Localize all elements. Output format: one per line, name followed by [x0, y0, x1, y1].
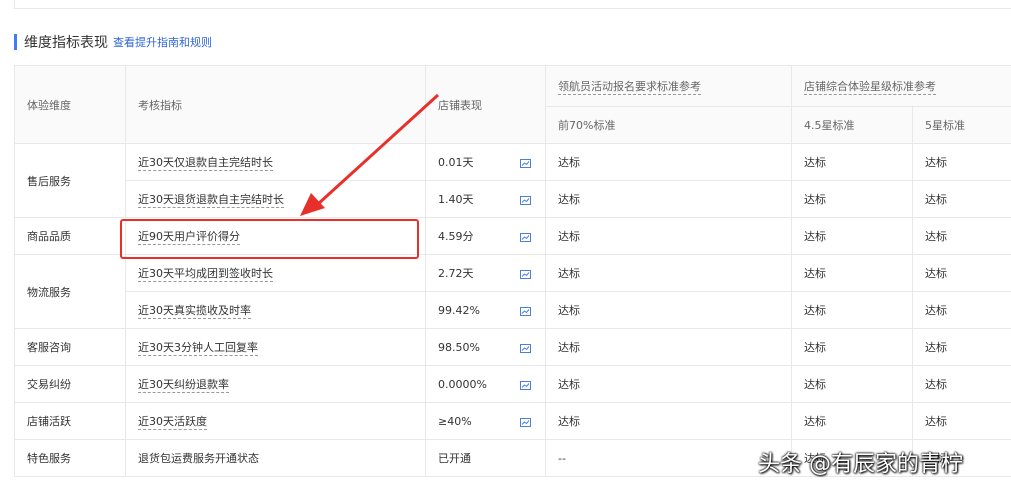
table-row: 店铺活跃 近30天活跃度 ≥40% 达标 达标 达标 [14, 402, 1011, 440]
performance-value: 99.42% [438, 303, 480, 317]
dimension-cell: 客服咨询 [14, 328, 126, 366]
trend-chart-icon[interactable] [520, 417, 531, 427]
performance-value: 已开通 [438, 452, 471, 465]
trend-chart-icon[interactable] [520, 158, 531, 168]
indicator-cell: 退货包运费服务开通状态 [125, 439, 426, 477]
indicator-link[interactable]: 近90天用户评价得分 [138, 230, 240, 245]
dimension-cell: 店铺活跃 [14, 402, 126, 440]
indicator-link[interactable]: 近30天仅退款自主完结时长 [138, 156, 273, 171]
performance-value: ≥40% [438, 414, 472, 428]
performance-cell: 0.0000% [425, 365, 546, 403]
star45-cell: 达标 [791, 291, 913, 329]
table-row: 物流服务 近30天平均成团到签收时长 2.72天 达标 达标 达标 [14, 254, 1011, 329]
improvement-guide-link[interactable]: 查看提升指南和规则 [113, 34, 212, 50]
table-row: 商品品质 近90天用户评价得分 4.59分 达标 达标 达标 [14, 217, 1011, 255]
trend-chart-icon[interactable] [520, 269, 531, 279]
star45-cell: 达标 [791, 254, 913, 292]
performance-cell: 98.50% [425, 328, 546, 366]
table-row: 近30天退货退款自主完结时长 1.40天 达标 达标 达标 [15, 180, 1011, 218]
performance-value: 0.0000% [438, 377, 487, 391]
indicator-link[interactable]: 近30天平均成团到签收时长 [138, 267, 273, 282]
watermark: 头条 @有辰家的青柠 [758, 452, 963, 477]
star5-cell: 达标 [912, 143, 1011, 181]
indicator-cell: 近30天活跃度 [125, 402, 426, 440]
performance-value: 98.50% [438, 340, 480, 354]
indicator-cell: 近30天真实揽收及时率 [125, 291, 426, 329]
star5-cell: 达标 [912, 328, 1011, 366]
star45-cell: 达标 [791, 365, 913, 403]
performance-value: 1.40天 [438, 193, 474, 206]
indicator-cell: 近30天平均成团到签收时长 [125, 254, 426, 292]
dimension-cell: 商品品质 [14, 217, 126, 255]
top-card [14, 0, 1011, 9]
accent-bar [14, 34, 17, 50]
star5-cell: 达标 [912, 291, 1011, 329]
indicator-link[interactable]: 近30天纠纷退款率 [138, 378, 229, 393]
dimension-cell: 交易纠纷 [14, 365, 126, 403]
header-dimension: 体验维度 [14, 65, 126, 144]
section-title: 维度指标表现 [24, 35, 108, 51]
header-navigator-group: 领航员活动报名要求标准参考 [545, 65, 792, 107]
header-performance: 店铺表现 [425, 65, 546, 144]
top70-cell: 达标 [545, 291, 792, 329]
star5-cell: 达标 [912, 180, 1011, 218]
performance-cell: 已开通 [425, 439, 546, 477]
dimension-cell: 物流服务 [14, 254, 126, 329]
top70-cell: 达标 [545, 217, 792, 255]
performance-value: 4.59分 [438, 230, 474, 243]
dimension-cell: 特色服务 [14, 439, 126, 477]
metrics-table: 体验维度 考核指标 店铺表现 领航员活动报名要求标准参考 店铺综合体验星级标准参… [14, 65, 1011, 477]
star5-cell: 达标 [912, 254, 1011, 292]
star5-cell: 达标 [912, 217, 1011, 255]
star5-cell: 达标 [912, 365, 1011, 403]
star45-cell: 达标 [791, 328, 913, 366]
top70-cell: 达标 [545, 402, 792, 440]
indicator-link[interactable]: 近30天真实揽收及时率 [138, 304, 251, 319]
header-star-group: 店铺综合体验星级标准参考 [791, 65, 1011, 107]
indicator-link[interactable]: 近30天3分钟人工回复率 [138, 341, 258, 356]
header-star-5: 5星标准 [912, 106, 1011, 144]
trend-chart-icon[interactable] [520, 232, 531, 242]
table-row: 客服咨询 近30天3分钟人工回复率 98.50% 达标 达标 达标 [14, 328, 1011, 366]
top70-cell: 达标 [545, 328, 792, 366]
header-top70: 前70%标准 [545, 106, 792, 144]
star45-cell: 达标 [791, 217, 913, 255]
performance-value: 2.72天 [438, 267, 474, 280]
table-row: 售后服务 近30天仅退款自主完结时长 0.01天 达标 达标 达标 [14, 143, 1011, 218]
performance-cell: 2.72天 [425, 254, 546, 292]
indicator-link[interactable]: 近30天活跃度 [138, 415, 207, 430]
top70-cell: 达标 [545, 254, 792, 292]
table-row: 近30天真实揽收及时率 99.42% 达标 达标 达标 [15, 291, 1011, 329]
indicator-link[interactable]: 近30天退货退款自主完结时长 [138, 193, 284, 208]
top70-cell: 达标 [545, 143, 792, 181]
top70-cell: 达标 [545, 365, 792, 403]
star45-cell: 达标 [791, 143, 913, 181]
header-indicator: 考核指标 [125, 65, 426, 144]
star5-cell: 达标 [912, 402, 1011, 440]
dimension-cell: 售后服务 [14, 143, 126, 218]
trend-chart-icon[interactable] [520, 195, 531, 205]
top70-cell: -- [545, 439, 792, 477]
table-row: 交易纠纷 近30天纠纷退款率 0.0000% 达标 达标 达标 [14, 365, 1011, 403]
top70-cell: 达标 [545, 180, 792, 218]
performance-cell: 1.40天 [425, 180, 546, 218]
indicator-cell: 近30天3分钟人工回复率 [125, 328, 426, 366]
indicator-cell: 近30天仅退款自主完结时长 [125, 143, 426, 181]
section-header: 维度指标表现 查看提升指南和规则 [14, 33, 212, 51]
indicator-cell: 近90天用户评价得分 [125, 217, 426, 255]
performance-cell: 4.59分 [425, 217, 546, 255]
header-star-45: 4.5星标准 [791, 106, 913, 144]
star45-cell: 达标 [791, 402, 913, 440]
indicator-text: 退货包运费服务开通状态 [138, 452, 259, 465]
performance-cell: ≥40% [425, 402, 546, 440]
trend-chart-icon[interactable] [520, 306, 531, 316]
trend-chart-icon[interactable] [520, 380, 531, 390]
indicator-cell: 近30天退货退款自主完结时长 [125, 180, 426, 218]
performance-value: 0.01天 [438, 156, 474, 169]
performance-cell: 0.01天 [425, 143, 546, 181]
performance-cell: 99.42% [425, 291, 546, 329]
trend-chart-icon[interactable] [520, 343, 531, 353]
indicator-cell: 近30天纠纷退款率 [125, 365, 426, 403]
star45-cell: 达标 [791, 180, 913, 218]
